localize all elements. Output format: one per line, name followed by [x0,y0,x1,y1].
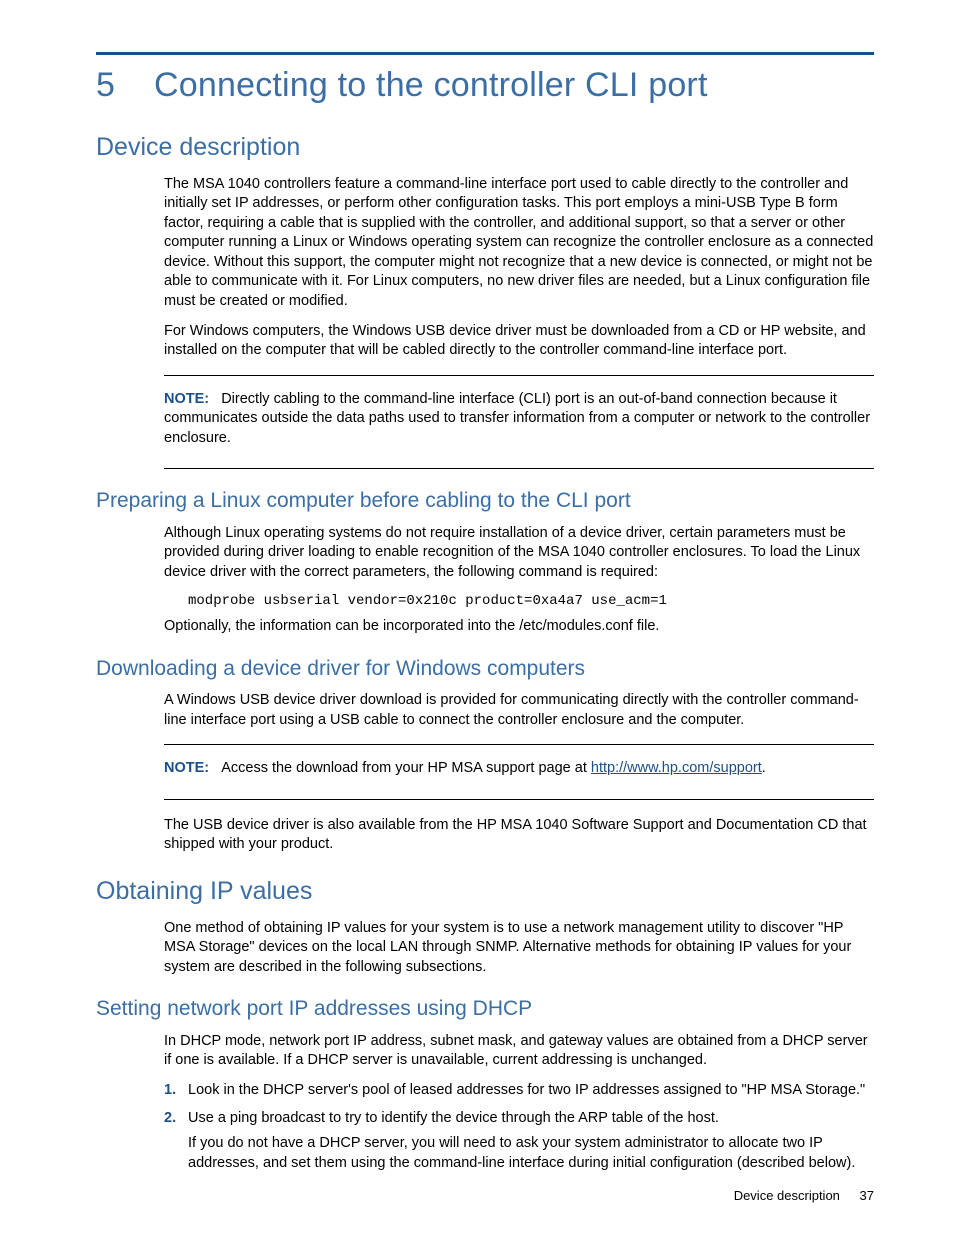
code-command: modprobe usbserial vendor=0x210c product… [188,592,874,611]
page: 5 Connecting to the controller CLI port … [0,0,954,1235]
body-block: A Windows USB device driver download is … [164,691,874,855]
page-number: 37 [860,1188,874,1203]
paragraph: A Windows USB device driver download is … [164,691,874,730]
ordered-list: Look in the DHCP server's pool of leased… [164,1081,874,1173]
note-box: NOTE: Directly cabling to the command-li… [164,375,874,470]
paragraph: Optionally, the information can be incor… [164,617,874,637]
note-box: NOTE: Access the download from your HP M… [164,744,874,800]
note-post: . [762,760,766,776]
chapter-title: Connecting to the controller CLI port [154,63,708,109]
note-body: Directly cabling to the command-line int… [164,391,870,446]
body-block: Although Linux operating systems do not … [164,524,874,637]
note-label: NOTE: [164,391,209,407]
note-text: NOTE: Access the download from your HP M… [164,759,874,779]
subsection-linux-prep: Preparing a Linux computer before cablin… [96,487,874,515]
paragraph: One method of obtaining IP values for yo… [164,919,874,978]
paragraph: Although Linux operating systems do not … [164,524,874,583]
subsection-windows-driver: Downloading a device driver for Windows … [96,655,874,683]
section-device-description: Device description [96,131,874,165]
note-pre: Access the download from your HP MSA sup… [221,760,591,776]
body-block: In DHCP mode, network port IP address, s… [164,1032,874,1173]
list-item-text: Use a ping broadcast to try to identify … [188,1110,719,1126]
top-rule [96,52,874,55]
chapter-number: 5 [96,63,154,109]
paragraph: The USB device driver is also available … [164,816,874,855]
page-footer: Device description 37 [734,1187,874,1205]
section-obtaining-ip: Obtaining IP values [96,875,874,909]
paragraph: In DHCP mode, network port IP address, s… [164,1032,874,1071]
list-item-follow: If you do not have a DHCP server, you wi… [188,1134,874,1173]
subsection-dhcp: Setting network port IP addresses using … [96,995,874,1023]
support-link[interactable]: http://www.hp.com/support [591,760,762,776]
note-text: NOTE: Directly cabling to the command-li… [164,390,874,449]
list-item: Look in the DHCP server's pool of leased… [164,1081,874,1101]
list-item: Use a ping broadcast to try to identify … [164,1109,874,1174]
footer-section: Device description [734,1188,840,1203]
paragraph: For Windows computers, the Windows USB d… [164,322,874,361]
body-block: One method of obtaining IP values for yo… [164,919,874,978]
body-block: The MSA 1040 controllers feature a comma… [164,175,874,470]
note-label: NOTE: [164,760,209,776]
paragraph: The MSA 1040 controllers feature a comma… [164,175,874,312]
chapter-heading: 5 Connecting to the controller CLI port [96,63,874,109]
list-item-text: Look in the DHCP server's pool of leased… [188,1082,865,1098]
